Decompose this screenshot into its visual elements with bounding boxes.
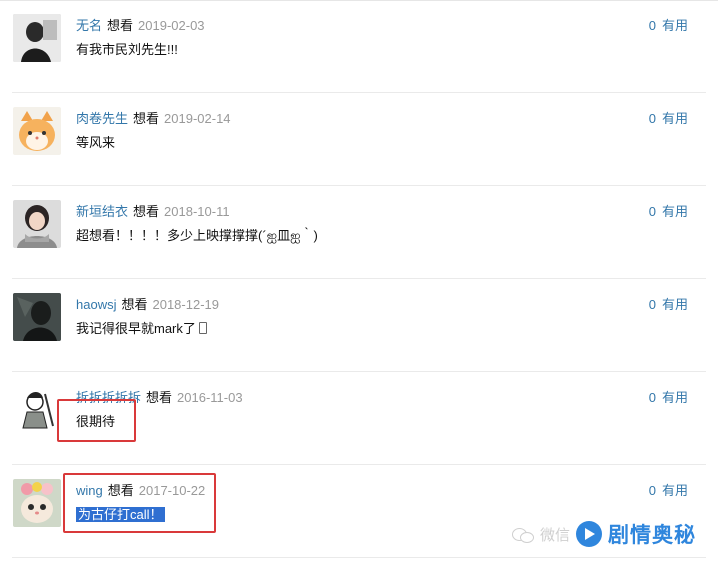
- user-avatar[interactable]: [13, 386, 61, 434]
- avatar-cartoon-warrior-icon: [13, 386, 61, 434]
- avatar-girl-scarf-icon: [13, 200, 61, 248]
- comment-text: 等风来: [76, 135, 116, 150]
- comment-item: haowsj 想看 2018-12-19 我记得很早就mark了 0 有用: [0, 279, 718, 372]
- username-link[interactable]: 无名: [76, 18, 102, 33]
- comment-date: 2016-11-03: [177, 390, 243, 405]
- wechat-icon: [511, 526, 534, 543]
- user-avatar[interactable]: [13, 200, 61, 248]
- watermark-prefix: 微信: [539, 526, 570, 544]
- user-avatar[interactable]: [13, 479, 61, 527]
- useful-button[interactable]: 有用: [662, 111, 688, 126]
- vote-count: 0: [648, 483, 656, 498]
- useful-button[interactable]: 有用: [662, 18, 688, 33]
- status-label: 想看: [107, 18, 134, 33]
- status-label: 想看: [146, 390, 173, 405]
- phone-icon: [198, 322, 207, 334]
- vote-area: 0 有用: [649, 18, 688, 34]
- avatar-dark-portrait-icon: [13, 14, 61, 62]
- username-link[interactable]: 新垣结衣: [76, 204, 128, 219]
- comment-item: 新垣结衣 想看 2018-10-11 超想看！！！！多少上映撑撑撑(´ஐ皿ஐ｀) 0…: [0, 186, 718, 279]
- status-label: 想看: [121, 297, 148, 312]
- comment-meta: 新垣结衣 想看 2018-10-11: [76, 204, 230, 220]
- useful-button[interactable]: 有用: [662, 483, 688, 498]
- watermark-title: 剧情奥秘: [608, 524, 696, 547]
- useful-button[interactable]: 有用: [662, 204, 688, 219]
- useful-button[interactable]: 有用: [662, 390, 688, 405]
- user-avatar[interactable]: [13, 293, 61, 341]
- comment-divider: [12, 557, 706, 558]
- highlight-box: [57, 399, 136, 442]
- avatar-dark-figure-icon: [13, 293, 61, 341]
- avatar-orange-cat-icon: [13, 107, 61, 155]
- vote-count: 0: [648, 18, 656, 33]
- comment-item: 肉卷先生 想看 2019-02-14 等风来 0 有用: [0, 93, 718, 186]
- comment-item: 无名 想看 2019-02-03 有我市民刘先生!!! 0 有用: [0, 0, 718, 93]
- comment-date: 2019-02-03: [138, 18, 205, 33]
- comment-text: 有我市民刘先生!!!: [76, 42, 178, 57]
- vote-count: 0: [648, 111, 656, 126]
- status-label: 想看: [133, 111, 160, 126]
- status-label: 想看: [133, 204, 160, 219]
- user-avatar[interactable]: [13, 14, 61, 62]
- comment-date: 2018-10-11: [164, 204, 230, 219]
- vote-count: 0: [648, 204, 656, 219]
- username-link[interactable]: 肉卷先生: [76, 111, 128, 126]
- vote-area: 0 有用: [649, 390, 688, 406]
- user-avatar[interactable]: [13, 107, 61, 155]
- avatar-cat-flowers-icon: [13, 479, 61, 527]
- useful-button[interactable]: 有用: [662, 297, 688, 312]
- comment-date: 2018-12-19: [152, 297, 219, 312]
- comment-meta: haowsj 想看 2018-12-19: [76, 297, 219, 313]
- comment-meta: 无名 想看 2019-02-03: [76, 18, 205, 34]
- vote-count: 0: [648, 297, 656, 312]
- vote-area: 0 有用: [649, 204, 688, 220]
- comment-text: 超想看！！！！多少上映撑撑撑(´ஐ皿ஐ｀): [76, 228, 318, 243]
- play-circle-icon: [576, 521, 602, 547]
- comment-date: 2019-02-14: [164, 111, 231, 126]
- vote-area: 0 有用: [649, 483, 688, 499]
- vote-area: 0 有用: [649, 297, 688, 313]
- comment-meta: 肉卷先生 想看 2019-02-14: [76, 111, 231, 127]
- comment-text: 我记得很早就mark了: [76, 320, 207, 338]
- vote-count: 0: [648, 390, 656, 405]
- watermark: 微信 剧情奥秘: [511, 517, 696, 551]
- username-link[interactable]: haowsj: [76, 297, 116, 312]
- highlight-box: [63, 473, 216, 533]
- comment-text-content: 我记得很早就mark了: [76, 321, 196, 336]
- vote-area: 0 有用: [649, 111, 688, 127]
